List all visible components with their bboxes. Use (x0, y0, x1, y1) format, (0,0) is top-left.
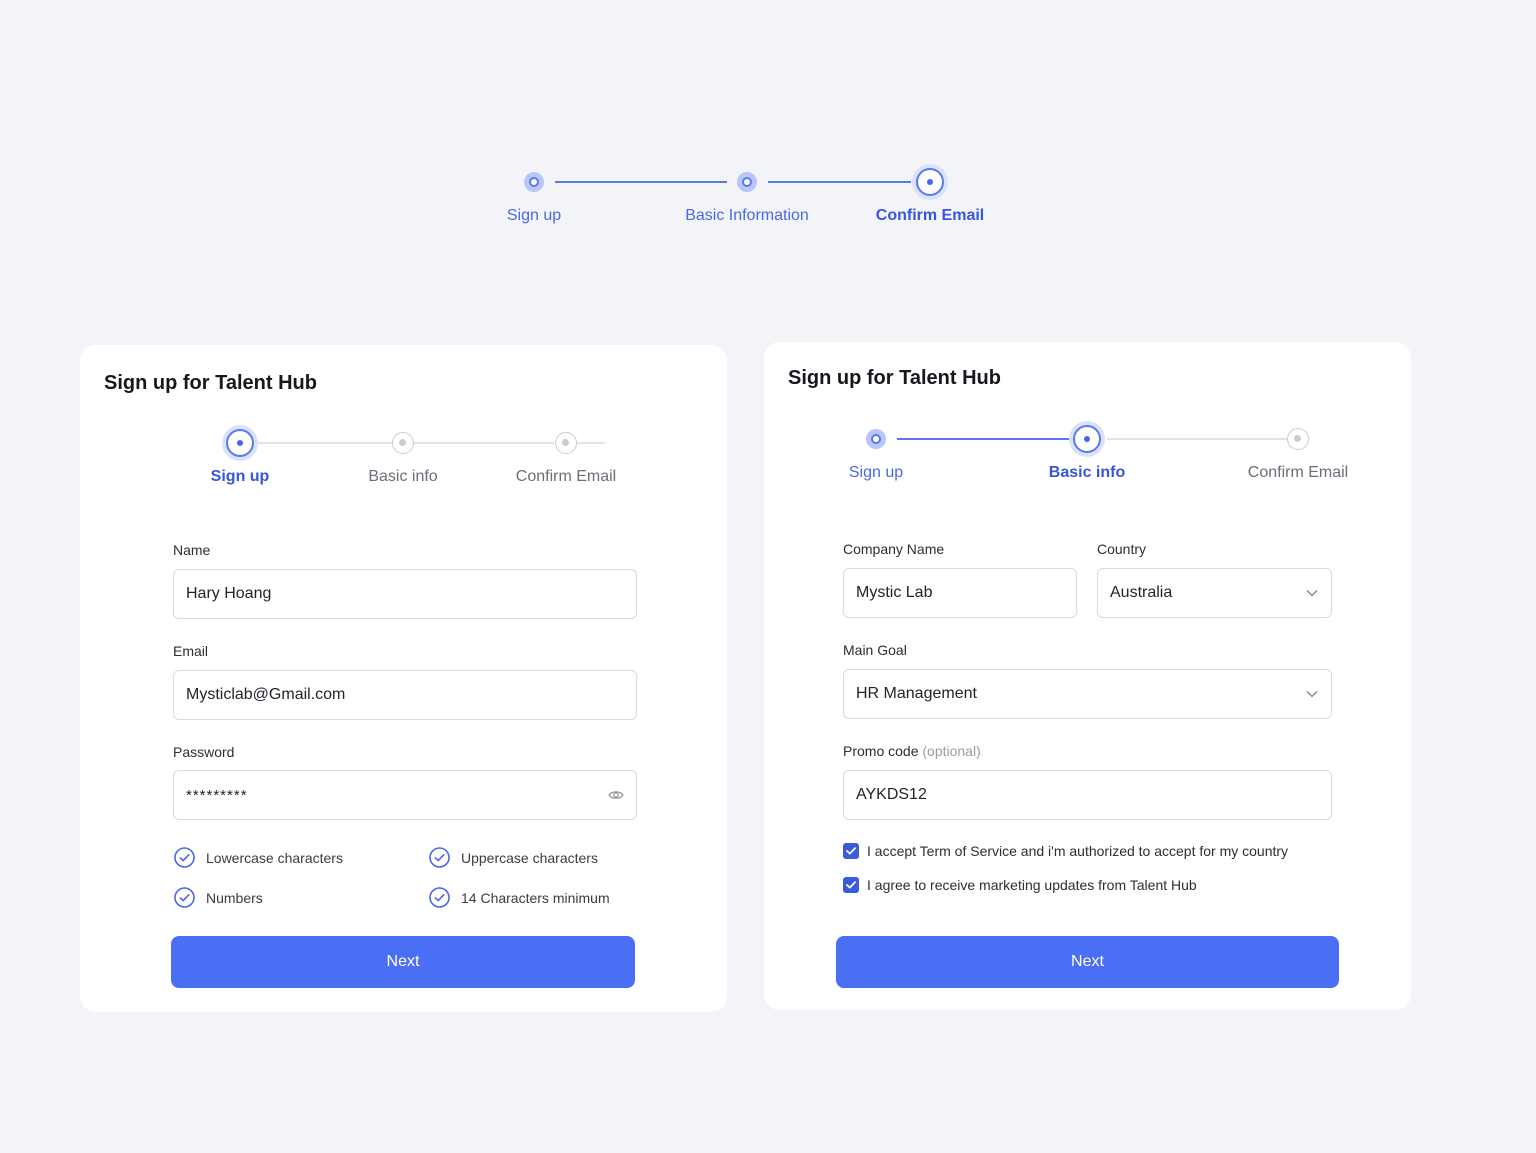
company-name-label: Company Name (843, 541, 945, 557)
step-complete-icon[interactable] (866, 429, 886, 449)
name-field[interactable]: Hary Hoang (173, 569, 637, 619)
country-value: Australia (1110, 584, 1173, 601)
check-circle-icon (429, 887, 450, 908)
next-button[interactable]: Next (171, 936, 635, 988)
password-field[interactable]: ********* (173, 770, 637, 820)
step-connector (897, 438, 1073, 440)
basic-info-card: Sign up for Talent Hub Sign up Basic inf… (764, 342, 1411, 1010)
terms-checkbox-label: I accept Term of Service and i'm authori… (867, 843, 1289, 859)
promo-code-label: Promo code (optional) (843, 743, 981, 759)
step-label-confirm-email[interactable]: Confirm Email (1248, 464, 1348, 482)
chevron-down-icon (1306, 590, 1318, 597)
step-label-basic-info[interactable]: Basic info (368, 468, 437, 486)
step-label-confirm-email[interactable]: Confirm Email (876, 207, 984, 225)
step-label-basic-info[interactable]: Basic info (1049, 464, 1125, 482)
card-title: Sign up for Talent Hub (104, 372, 317, 394)
terms-checkbox[interactable] (843, 843, 859, 859)
requirement-uppercase: Uppercase characters (429, 847, 598, 868)
optional-hint: (optional) (922, 743, 981, 759)
requirement-label: 14 Characters minimum (461, 889, 610, 906)
step-label-sign-up[interactable]: Sign up (849, 464, 903, 482)
step-connector (414, 442, 554, 444)
step-complete-icon[interactable] (737, 172, 757, 192)
check-circle-icon (174, 887, 195, 908)
email-field[interactable]: Mysticlab@Gmail.com (173, 670, 637, 720)
check-circle-icon (429, 847, 450, 868)
step-current-icon[interactable] (1073, 425, 1101, 453)
email-label: Email (173, 643, 209, 659)
name-label: Name (173, 542, 211, 558)
card-title: Sign up for Talent Hub (788, 367, 1001, 389)
marketing-checkbox[interactable] (843, 877, 859, 893)
step-label-sign-up[interactable]: Sign up (211, 468, 270, 486)
password-value: ********* (186, 786, 248, 804)
requirement-min-length: 14 Characters minimum (429, 887, 610, 908)
requirement-label: Lowercase characters (206, 849, 343, 866)
checkmark-icon (846, 881, 856, 889)
terms-checkbox-row[interactable]: I accept Term of Service and i'm authori… (843, 843, 1288, 859)
promo-code-value: AYKDS12 (856, 786, 927, 803)
marketing-checkbox-label: I agree to receive marketing updates fro… (867, 877, 1197, 893)
requirement-label: Numbers (206, 889, 263, 906)
main-goal-value: HR Management (856, 685, 977, 702)
step-current-icon[interactable] (916, 168, 944, 196)
marketing-checkbox-row[interactable]: I agree to receive marketing updates fro… (843, 877, 1197, 893)
password-label: Password (173, 744, 235, 760)
main-goal-label: Main Goal (843, 642, 907, 658)
step-label-sign-up[interactable]: Sign up (507, 207, 561, 225)
checkmark-icon (846, 847, 856, 855)
step-current-icon[interactable] (226, 429, 254, 457)
step-pending-icon[interactable] (392, 432, 414, 454)
step-connector (577, 442, 605, 444)
country-label: Country (1097, 541, 1147, 557)
step-connector (1107, 438, 1287, 440)
next-button[interactable]: Next (836, 936, 1339, 988)
top-stepper: Sign up Basic Information Confirm Email (0, 0, 1536, 260)
company-name-field[interactable]: Mystic Lab (843, 568, 1077, 618)
step-connector (555, 181, 727, 183)
name-value: Hary Hoang (186, 585, 272, 602)
step-label-confirm-email[interactable]: Confirm Email (516, 468, 616, 486)
step-connector (768, 181, 911, 183)
check-circle-icon (174, 847, 195, 868)
email-value: Mysticlab@Gmail.com (186, 686, 346, 703)
step-pending-icon[interactable] (1287, 428, 1309, 450)
country-select[interactable]: Australia (1097, 568, 1332, 618)
step-pending-icon[interactable] (555, 432, 577, 454)
main-goal-select[interactable]: HR Management (843, 669, 1332, 719)
requirement-label: Uppercase characters (461, 849, 598, 866)
company-name-value: Mystic Lab (856, 584, 933, 601)
promo-code-field[interactable]: AYKDS12 (843, 770, 1332, 820)
signup-card: Sign up for Talent Hub Sign up Basic inf… (80, 345, 727, 1012)
step-complete-icon[interactable] (524, 172, 544, 192)
step-connector (254, 442, 394, 444)
requirement-lowercase: Lowercase characters (174, 847, 343, 868)
step-label-basic-information[interactable]: Basic Information (685, 207, 809, 225)
eye-icon[interactable] (608, 789, 624, 801)
requirement-numbers: Numbers (174, 887, 263, 908)
chevron-down-icon (1306, 691, 1318, 698)
promo-code-label-text: Promo code (843, 743, 919, 759)
